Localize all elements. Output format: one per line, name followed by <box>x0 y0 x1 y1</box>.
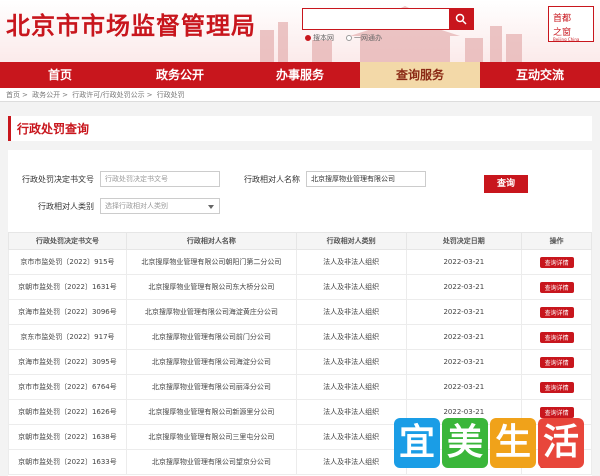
party-type-placeholder: 选择行政相对人类别 <box>105 202 168 210</box>
detail-button[interactable]: 查询详情 <box>539 381 574 393</box>
nav-query-services[interactable]: 查询服务 <box>360 62 480 88</box>
site-title: 北京市市场监督管理局 <box>6 12 256 40</box>
search-scope-site[interactable]: 搜本网 <box>305 33 334 43</box>
capital-window-logo[interactable]: 首都 之窗 Beijing China <box>548 6 594 42</box>
table-row: 京海市监处罚〔2022〕3096号 北京搜厚物业管理有限公司海淀黄庄分公司 法人及非… <box>8 299 592 325</box>
cell-name: 北京搜厚物业管理有限公司东大桥分公司 <box>125 274 297 300</box>
cell-name: 北京搜厚物业管理有限公司丽泽分公司 <box>125 374 297 400</box>
column-header: 行政处罚决定书文号 <box>8 232 127 250</box>
cell-no: 京海市监处罚〔2022〕3096号 <box>8 299 127 325</box>
column-header: 处罚决定日期 <box>405 232 523 250</box>
cell-no: 京朝市监处罚〔2022〕1626号 <box>8 399 127 425</box>
table-row: 京朝市监处罚〔2022〕1631号 北京搜厚物业管理有限公司东大桥分公司 法人及非法… <box>8 274 592 300</box>
cell-name: 北京搜厚物业管理有限公司新源里分公司 <box>125 399 297 425</box>
cell-date: 2022-03-21 <box>405 324 523 350</box>
cell-op: 查询详情 <box>521 324 592 350</box>
cell-type: 法人及非法人组织 <box>295 399 407 425</box>
detail-button[interactable]: 查询详情 <box>539 306 574 318</box>
search-icon <box>455 13 467 25</box>
cell-no: 京朝市监处罚〔2022〕1633号 <box>8 449 127 475</box>
party-name-input[interactable]: 北京搜厚物业管理有限公司 <box>306 171 426 187</box>
query-button[interactable]: 查询 <box>484 175 528 193</box>
decision-no-input[interactable]: 行政处罚决定书文号 <box>100 171 220 187</box>
nav-home[interactable]: 首页 <box>0 62 120 88</box>
breadcrumb-item[interactable]: 政务公开 <box>32 91 60 99</box>
party-name-label: 行政相对人名称 <box>244 175 300 184</box>
cell-date: 2022-03-21 <box>405 374 523 400</box>
cell-op: 查询详情 <box>521 374 592 400</box>
nav-government-affairs[interactable]: 政务公开 <box>120 62 240 88</box>
cell-type: 法人及非法人组织 <box>295 249 407 275</box>
detail-button[interactable]: 查询详情 <box>539 356 574 368</box>
cell-date: 2022-03-21 <box>405 299 523 325</box>
search-button[interactable] <box>449 9 473 29</box>
cell-no: 京海市监处罚〔2022〕3095号 <box>8 349 127 375</box>
cell-op: 查询详情 <box>521 349 592 375</box>
detail-button[interactable]: 查询详情 <box>539 281 574 293</box>
nav-services[interactable]: 办事服务 <box>240 62 360 88</box>
table-row: 京市市监处罚〔2022〕915号 北京搜厚物业管理有限公司朝阳门第二分公司 法人及非… <box>8 249 592 275</box>
search-input[interactable] <box>303 11 449 32</box>
table-row: 京海市监处罚〔2022〕3095号 北京搜厚物业管理有限公司海淀分公司 法人及非法人… <box>8 349 592 375</box>
cell-type: 法人及非法人组织 <box>295 324 407 350</box>
cell-type: 法人及非法人组织 <box>295 374 407 400</box>
cell-op: 查询详情 <box>521 274 592 300</box>
chevron-down-icon <box>208 205 214 209</box>
column-header: 行政相对人类别 <box>295 232 407 250</box>
decision-no-label: 行政处罚决定书文号 <box>22 175 94 184</box>
breadcrumb-item: 行政处罚 <box>156 91 185 99</box>
cell-op: 查询详情 <box>521 249 592 275</box>
cell-type: 法人及非法人组织 <box>295 424 407 450</box>
cell-name: 北京搜厚物业管理有限公司朝阳门第二分公司 <box>125 249 297 275</box>
cell-type: 法人及非法人组织 <box>295 449 407 475</box>
cell-name: 北京搜厚物业管理有限公司海淀黄庄分公司 <box>125 299 297 325</box>
party-type-label: 行政相对人类别 <box>38 202 94 211</box>
cell-name: 北京搜厚物业管理有限公司三里屯分公司 <box>125 424 297 450</box>
cell-name: 北京搜厚物业管理有限公司海淀分公司 <box>125 349 297 375</box>
nav-interaction[interactable]: 互动交流 <box>480 62 600 88</box>
column-header: 操作 <box>521 232 592 250</box>
cell-no: 京市市监处罚〔2022〕6764号 <box>8 374 127 400</box>
breadcrumb-item[interactable]: 行政许可/行政处罚公示 <box>72 91 144 99</box>
cell-no: 京朝市监处罚〔2022〕1638号 <box>8 424 127 450</box>
detail-button[interactable]: 查询详情 <box>539 406 574 418</box>
cell-op: 查询详情 <box>521 299 592 325</box>
table-row: 京东市监处罚〔2022〕917号 北京搜厚物业管理有限公司前门分公司 法人及非法人组… <box>8 324 592 350</box>
radio-icon <box>346 35 352 41</box>
detail-button[interactable]: 查询详情 <box>539 331 574 343</box>
party-type-select[interactable]: 选择行政相对人类别 <box>100 198 220 214</box>
watermark-logo: 宜 美 生 活 <box>394 418 584 468</box>
column-header: 行政相对人名称 <box>125 232 297 250</box>
cell-date: 2022-03-21 <box>405 249 523 275</box>
breadcrumb: 首页 > 政务公开 > 行政许可/行政处罚公示 > 行政处罚 <box>0 88 600 102</box>
detail-button[interactable]: 查询详情 <box>539 256 574 268</box>
radio-icon <box>305 35 311 41</box>
breadcrumb-item[interactable]: 首页 <box>6 91 20 99</box>
table-row: 京市市监处罚〔2022〕6764号 北京搜厚物业管理有限公司丽泽分公司 法人及非法人… <box>8 374 592 400</box>
cell-no: 京东市监处罚〔2022〕917号 <box>8 324 127 350</box>
search-box <box>302 8 474 32</box>
cell-name: 北京搜厚物业管理有限公司望京分公司 <box>125 449 297 475</box>
cell-type: 法人及非法人组织 <box>295 349 407 375</box>
main-nav: 首页 政务公开 办事服务 查询服务 互动交流 <box>0 62 600 88</box>
search-scope-service[interactable]: 一网通办 <box>346 33 382 43</box>
cell-date: 2022-03-21 <box>405 274 523 300</box>
search-scope-options: 搜本网 一网通办 <box>305 33 382 43</box>
site-header: 北京市市场监督管理局 搜本网 一网通办 首都 之窗 Beijing China <box>0 0 600 62</box>
cell-date: 2022-03-21 <box>405 349 523 375</box>
cell-no: 京朝市监处罚〔2022〕1631号 <box>8 274 127 300</box>
cell-type: 法人及非法人组织 <box>295 274 407 300</box>
section-title: 行政处罚查询 <box>8 116 592 141</box>
cell-no: 京市市监处罚〔2022〕915号 <box>8 249 127 275</box>
cell-type: 法人及非法人组织 <box>295 299 407 325</box>
cell-name: 北京搜厚物业管理有限公司前门分公司 <box>125 324 297 350</box>
